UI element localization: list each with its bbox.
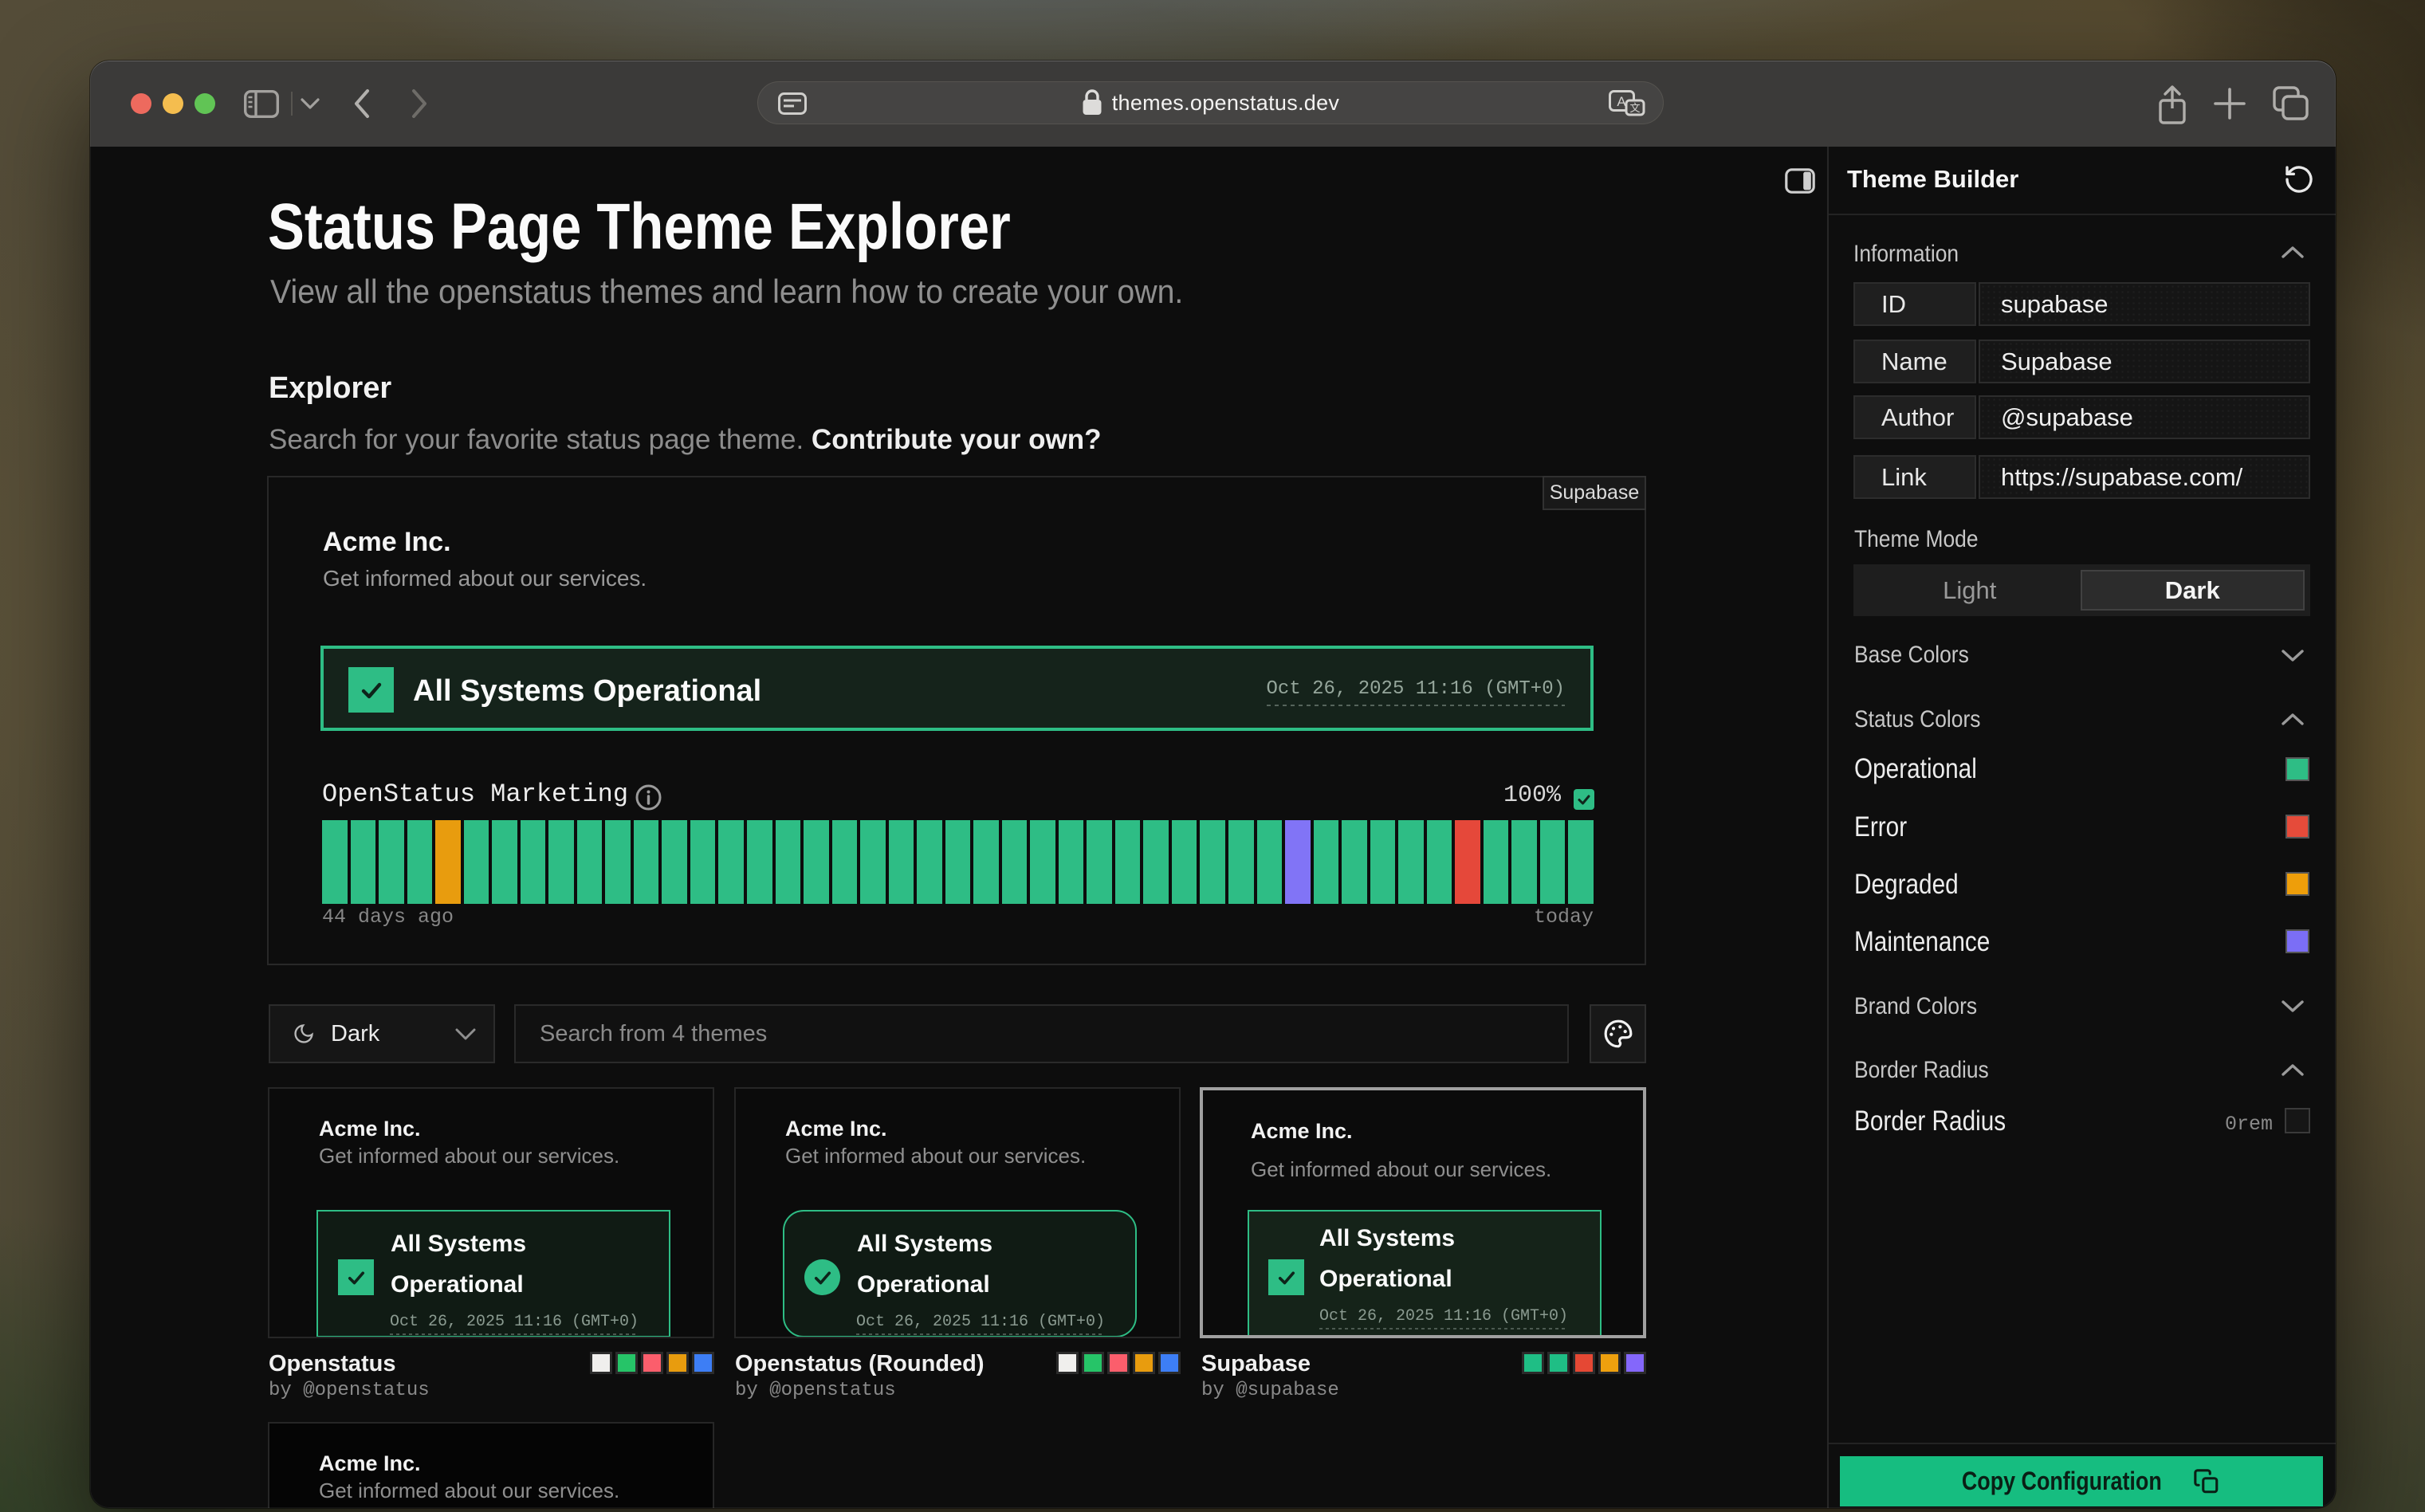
svg-text:文: 文 bbox=[1629, 102, 1640, 114]
